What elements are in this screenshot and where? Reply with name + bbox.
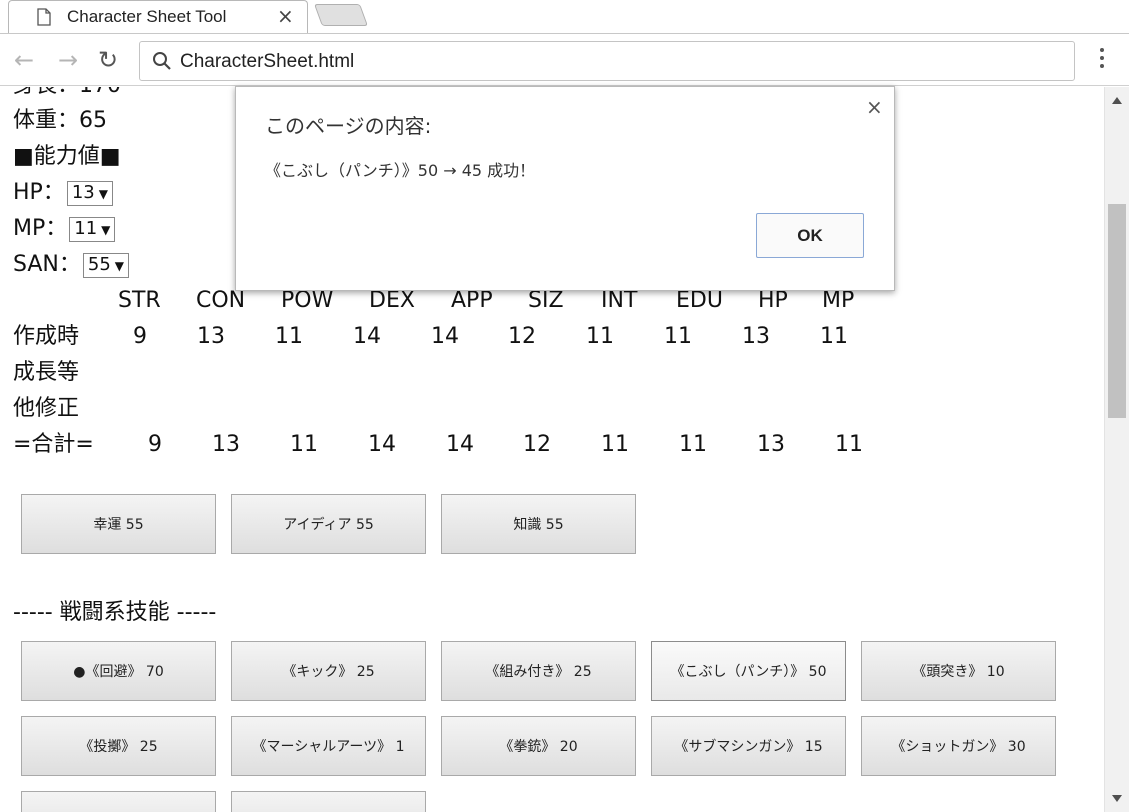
hp-row: HP： 13 ▼ (13, 180, 113, 206)
hp-label: HP： (13, 180, 65, 205)
column-header: CON (196, 288, 246, 313)
san-label: SAN： (13, 252, 81, 277)
close-icon[interactable]: × (866, 95, 883, 119)
vertical-scrollbar[interactable] (1104, 87, 1129, 812)
column-header: APP (451, 288, 493, 313)
skill-martial-arts-button[interactable]: 《マーシャルアーツ》 1 (231, 716, 426, 776)
url-text: CharacterSheet.html (180, 51, 355, 72)
row-label: =合計= (13, 432, 94, 457)
san-select[interactable]: 55 ▼ (82, 252, 130, 278)
forward-arrow-icon[interactable]: → (58, 46, 78, 74)
table-cell: 11 (275, 324, 303, 349)
dropdown-arrow-icon: ▼ (101, 222, 111, 237)
row-label: 作成時 (13, 324, 80, 349)
knowledge-button[interactable]: 知識 55 (441, 494, 636, 554)
column-header: INT (601, 288, 638, 313)
hp-select[interactable]: 13 ▼ (66, 180, 113, 206)
column-header: SIZ (528, 288, 564, 313)
table-cell: 14 (353, 324, 381, 349)
combat-skills-header: ----- 戦闘系技能 ----- (13, 600, 217, 625)
skill-button-partial[interactable] (231, 791, 426, 812)
skill-kick-button[interactable]: 《キック》 25 (231, 641, 426, 701)
reload-icon[interactable]: ↻ (98, 46, 118, 74)
idea-button[interactable]: アイディア 55 (231, 494, 426, 554)
column-header: POW (281, 288, 334, 313)
san-row: SAN： 55 ▼ (13, 252, 130, 278)
dialog-title: このページの内容: (265, 114, 432, 138)
skill-handgun-button[interactable]: 《拳銃》 20 (441, 716, 636, 776)
menu-dots-icon[interactable] (1094, 48, 1110, 74)
back-arrow-icon[interactable]: ← (14, 46, 34, 74)
table-cell: 11 (586, 324, 614, 349)
table-cell: 11 (835, 432, 863, 457)
skill-dodge-button[interactable]: ●《回避》 70 (21, 641, 216, 701)
scroll-down-arrow-icon[interactable] (1112, 795, 1122, 802)
search-icon (153, 52, 171, 70)
ok-button[interactable]: OK (756, 213, 864, 258)
table-cell: 14 (446, 432, 474, 457)
browser-tab[interactable]: Character Sheet Tool × (8, 0, 308, 33)
table-cell: 14 (368, 432, 396, 457)
new-tab-button[interactable] (313, 4, 369, 26)
luck-button[interactable]: 幸運 55 (21, 494, 216, 554)
table-cell: 13 (742, 324, 770, 349)
table-cell: 13 (757, 432, 785, 457)
table-cell: 11 (679, 432, 707, 457)
document-icon (37, 8, 51, 26)
table-cell: 11 (601, 432, 629, 457)
row-label: 成長等 (13, 360, 80, 385)
column-header: DEX (369, 288, 415, 313)
tab-bar: Character Sheet Tool × (0, 0, 1129, 34)
height-text: 身長：170 (13, 87, 121, 99)
abilities-header: ■能力値■ (13, 144, 121, 169)
skill-button-partial[interactable] (21, 791, 216, 812)
column-header: STR (118, 288, 161, 313)
weight-text: 体重：65 (13, 108, 107, 133)
table-cell: 14 (431, 324, 459, 349)
skill-grapple-button[interactable]: 《組み付き》 25 (441, 641, 636, 701)
dropdown-arrow-icon: ▼ (114, 258, 125, 273)
browser-toolbar: ← → ↻ CharacterSheet.html (0, 34, 1129, 86)
skill-smg-button[interactable]: 《サブマシンガン》 15 (651, 716, 846, 776)
skill-shotgun-button[interactable]: 《ショットガン》 30 (861, 716, 1056, 776)
scrollbar-thumb[interactable] (1108, 204, 1126, 418)
dropdown-arrow-icon: ▼ (98, 186, 108, 201)
scroll-up-arrow-icon[interactable] (1112, 97, 1122, 104)
skill-headbutt-button[interactable]: 《頭突き》 10 (861, 641, 1056, 701)
table-cell: 13 (212, 432, 240, 457)
table-cell: 11 (820, 324, 848, 349)
skill-punch-button[interactable]: 《こぶし（パンチ）》 50 (651, 641, 846, 701)
table-cell: 12 (508, 324, 536, 349)
column-header: EDU (676, 288, 723, 313)
table-cell: 13 (197, 324, 225, 349)
table-cell: 9 (133, 324, 147, 349)
table-cell: 11 (290, 432, 318, 457)
row-label: 他修正 (13, 396, 80, 421)
table-cell: 12 (523, 432, 551, 457)
address-bar[interactable]: CharacterSheet.html (139, 41, 1075, 81)
tab-title: Character Sheet Tool (67, 7, 227, 26)
mp-row: MP： 11 ▼ (13, 216, 116, 242)
column-header: MP (822, 288, 855, 313)
mp-label: MP： (13, 216, 68, 241)
alert-dialog: このページの内容: × 《こぶし（パンチ）》50 → 45 成功！ OK (235, 86, 895, 291)
dialog-message: 《こぶし（パンチ）》50 → 45 成功！ (265, 161, 536, 180)
skill-throw-button[interactable]: 《投擲》 25 (21, 716, 216, 776)
table-cell: 9 (148, 432, 162, 457)
column-header: HP (758, 288, 788, 313)
tab-close-icon[interactable]: × (277, 4, 294, 28)
table-cell: 11 (664, 324, 692, 349)
mp-select[interactable]: 11 ▼ (69, 216, 116, 242)
